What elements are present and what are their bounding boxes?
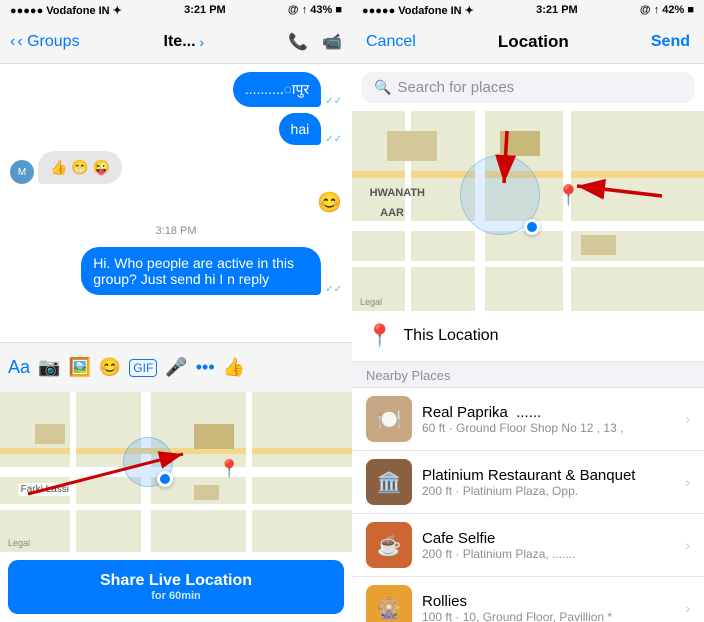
message-bubble-right: Hi. Who people are active in this group?…: [81, 247, 321, 295]
mic-icon[interactable]: 🎤: [165, 357, 187, 378]
chevron-left-icon: ‹: [10, 33, 15, 51]
search-placeholder: Search for places: [397, 79, 514, 96]
camera-icon[interactable]: 📷: [38, 357, 60, 378]
place-name: Cafe Selfie: [422, 530, 675, 547]
place-info: Platinium Restaurant & Banquet 200 ft · …: [422, 467, 675, 498]
emoji-icon[interactable]: 😊: [99, 357, 121, 378]
read-receipt: ✓✓: [325, 96, 342, 107]
phone-icon[interactable]: 📞: [288, 32, 308, 52]
arrow-annotation-left: [18, 424, 218, 504]
groups-label[interactable]: ‹ Groups: [17, 33, 79, 51]
map-preview-left[interactable]: Farki Lassi 📍 Legal: [0, 392, 352, 552]
this-location-label: This Location: [403, 327, 498, 345]
send-button[interactable]: Send: [651, 33, 690, 51]
time-left: 3:21 PM: [184, 4, 226, 16]
chat-area: ..........ापुर ✓✓ hai ✓✓ M 👍 😁 😜 😊 3:18 …: [0, 64, 352, 342]
message-bubble-right: hai: [279, 113, 322, 145]
share-live-location-button[interactable]: Share Live Location for 60min: [8, 560, 344, 614]
map-view-right[interactable]: HWANATH AAR 📍: [352, 111, 704, 311]
like-icon[interactable]: 👍: [223, 357, 245, 378]
aa-label: Aa: [8, 357, 30, 378]
emoji-message: 😊: [317, 190, 342, 215]
left-panel: ●●●●● Vodafone IN ✦ 3:21 PM @ ↑ 43% ■ ‹ …: [0, 0, 352, 622]
right-panel: ●●●●● Vodafone IN ✦ 3:21 PM @ ↑ 42% ■ Ca…: [352, 0, 704, 622]
place-name: Rollies: [422, 593, 675, 610]
chevron-right-icon: ›: [685, 600, 690, 616]
search-icon: 🔍: [374, 79, 391, 96]
share-btn-sublabel: for 60min: [20, 590, 332, 602]
pin-icon: 📍: [366, 323, 393, 349]
place-detail: 60 ft · Ground Floor Shop No 12 , 13 ,: [422, 421, 675, 435]
chevron-right-icon: ›: [685, 411, 690, 427]
arrow-annotations-right: [352, 111, 704, 311]
legal-text: Legal: [8, 538, 30, 548]
place-row[interactable]: 🍽️ Real Paprika ...... 60 ft · Ground Fl…: [352, 388, 704, 451]
place-detail: 200 ft · Platinium Plaza, .......: [422, 547, 675, 561]
location-pin-red: 📍: [218, 459, 240, 480]
place-row[interactable]: 🏛️ Platinium Restaurant & Banquet 200 ft…: [352, 451, 704, 514]
message-row: Hi. Who people are active in this group?…: [10, 247, 342, 295]
battery-left: @ ↑ 43% ■: [288, 4, 342, 16]
message-text: Hi. Who people are active in this group?…: [93, 255, 294, 287]
read-receipt: ✓✓: [325, 134, 342, 145]
input-bar: Aa 📷 🖼️ 😊 GIF 🎤 ••• 👍: [0, 342, 352, 392]
message-text: hai: [291, 121, 310, 137]
place-thumbnail: 🏛️: [366, 459, 412, 505]
places-list: 📍 This Location Nearby Places 🍽️ Real Pa…: [352, 311, 704, 622]
image-icon[interactable]: 🖼️: [68, 357, 90, 378]
place-thumbnail: 🎡: [366, 585, 412, 622]
status-bar-right: ●●●●● Vodafone IN ✦ 3:21 PM @ ↑ 42% ■: [352, 0, 704, 20]
status-bar-left: ●●●●● Vodafone IN ✦ 3:21 PM @ ↑ 43% ■: [0, 0, 352, 20]
message-bubble-right: ..........ापुर: [233, 72, 321, 107]
place-name: Real Paprika ......: [422, 404, 675, 421]
place-info: Cafe Selfie 200 ft · Platinium Plaza, ..…: [422, 530, 675, 561]
legal-text-right: Legal: [360, 297, 382, 307]
gif-icon[interactable]: GIF: [129, 359, 157, 377]
avatar: M: [10, 160, 34, 184]
chat-title: Ite...: [164, 33, 196, 51]
location-nav: Cancel Location Send: [352, 20, 704, 64]
place-info: Real Paprika ...... 60 ft · Ground Floor…: [422, 404, 675, 435]
carrier-right: ●●●●● Vodafone IN ✦: [362, 4, 474, 17]
chevron-right-icon: ›: [685, 537, 690, 553]
nav-icons: 📞 📹: [288, 32, 342, 52]
place-detail: 100 ft · 10, Ground Floor, Pavillion *: [422, 610, 675, 622]
timestamp: 3:18 PM: [10, 225, 342, 237]
battery-right: @ ↑ 42% ■: [640, 4, 694, 16]
message-row: 😊: [10, 190, 342, 215]
place-row[interactable]: ☕ Cafe Selfie 200 ft · Platinium Plaza, …: [352, 514, 704, 577]
message-row: hai ✓✓: [10, 113, 342, 145]
video-icon[interactable]: 📹: [322, 32, 342, 52]
search-bar[interactable]: 🔍 Search for places: [362, 72, 694, 103]
more-icon[interactable]: •••: [196, 357, 215, 378]
nearby-places-header: Nearby Places: [352, 362, 704, 388]
this-location-row[interactable]: 📍 This Location: [352, 311, 704, 362]
chevron-right-icon: ›: [200, 34, 205, 50]
location-title: Location: [498, 32, 569, 52]
place-detail: 200 ft · Platinium Plaza, Opp.: [422, 484, 675, 498]
cancel-button[interactable]: Cancel: [366, 33, 416, 51]
nav-bar-left: ‹ ‹ Groups Ite... › 📞 📹: [0, 20, 352, 64]
message-row: ..........ापुर ✓✓: [10, 72, 342, 107]
time-right: 3:21 PM: [536, 4, 578, 16]
place-row[interactable]: 🎡 Rollies 100 ft · 10, Ground Floor, Pav…: [352, 577, 704, 622]
message-bubble-left: 👍 😁 😜: [38, 151, 122, 184]
read-receipt: ✓✓: [325, 284, 342, 295]
message-text: 👍 😁 😜: [50, 159, 110, 175]
carrier-left: ●●●●● Vodafone IN ✦: [10, 4, 122, 17]
back-button[interactable]: ‹ ‹ Groups: [10, 33, 80, 51]
place-info: Rollies 100 ft · 10, Ground Floor, Pavil…: [422, 593, 675, 622]
place-name: Platinium Restaurant & Banquet: [422, 467, 675, 484]
place-thumbnail: ☕: [366, 522, 412, 568]
share-btn-label: Share Live Location: [20, 572, 332, 590]
place-thumbnail: 🍽️: [366, 396, 412, 442]
chevron-right-icon: ›: [685, 474, 690, 490]
message-row-left: M 👍 😁 😜: [10, 151, 342, 184]
message-text: ..........ापुर: [245, 81, 309, 97]
